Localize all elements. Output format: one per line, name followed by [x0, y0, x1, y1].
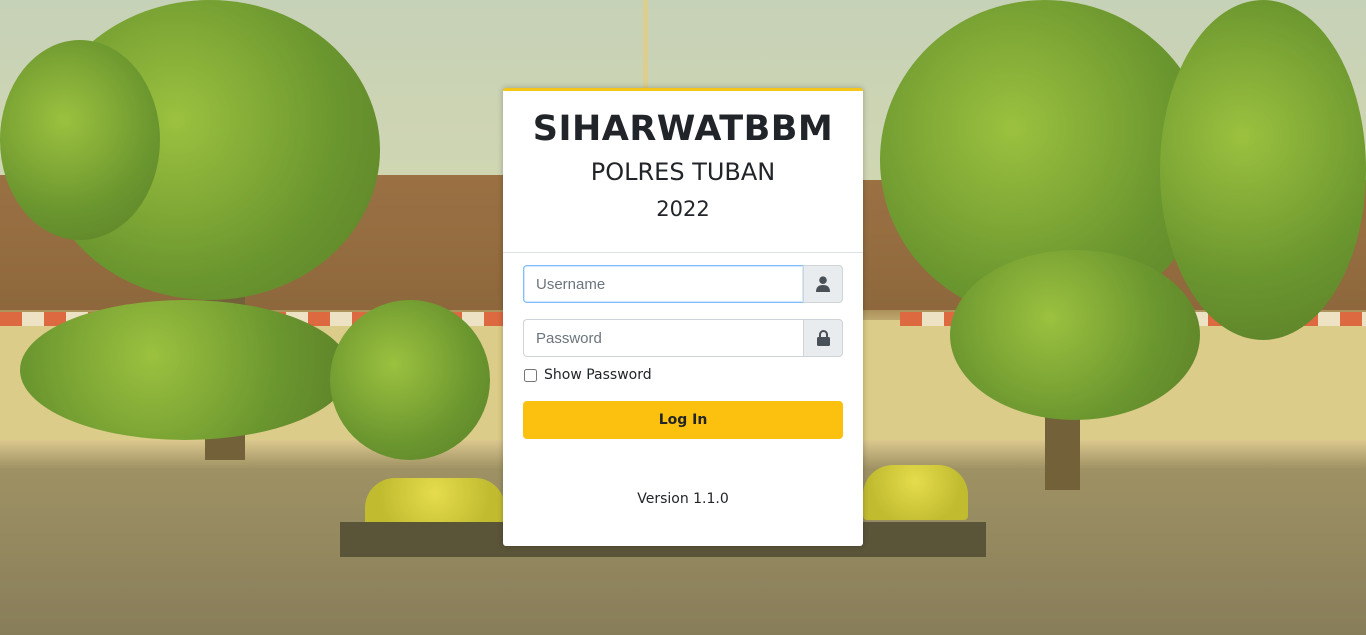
username-addon: [803, 265, 843, 303]
login-card: SIHARWATBBM POLRES TUBAN 2022 Username S…: [503, 88, 863, 546]
login-form: Show Password Log In Version 1.1.0: [503, 253, 863, 507]
login-button[interactable]: Log In: [523, 401, 843, 439]
show-password-checkbox[interactable]: [524, 368, 537, 382]
show-password-row: Show Password: [523, 365, 843, 385]
app-title: SIHARWATBBM: [532, 109, 834, 149]
app-year: 2022: [656, 197, 710, 221]
app-subtitle: POLRES TUBAN: [590, 158, 776, 186]
show-password-label[interactable]: Show Password: [544, 367, 652, 383]
username-group: [523, 265, 843, 303]
password-input[interactable]: [523, 319, 803, 357]
version-text: Version 1.1.0: [637, 491, 729, 507]
lock-icon: [816, 330, 830, 346]
username-input[interactable]: [523, 265, 803, 303]
password-addon: [803, 319, 843, 357]
user-icon: [816, 276, 830, 292]
password-group: [523, 319, 843, 357]
login-card-header: SIHARWATBBM POLRES TUBAN 2022: [503, 91, 863, 253]
